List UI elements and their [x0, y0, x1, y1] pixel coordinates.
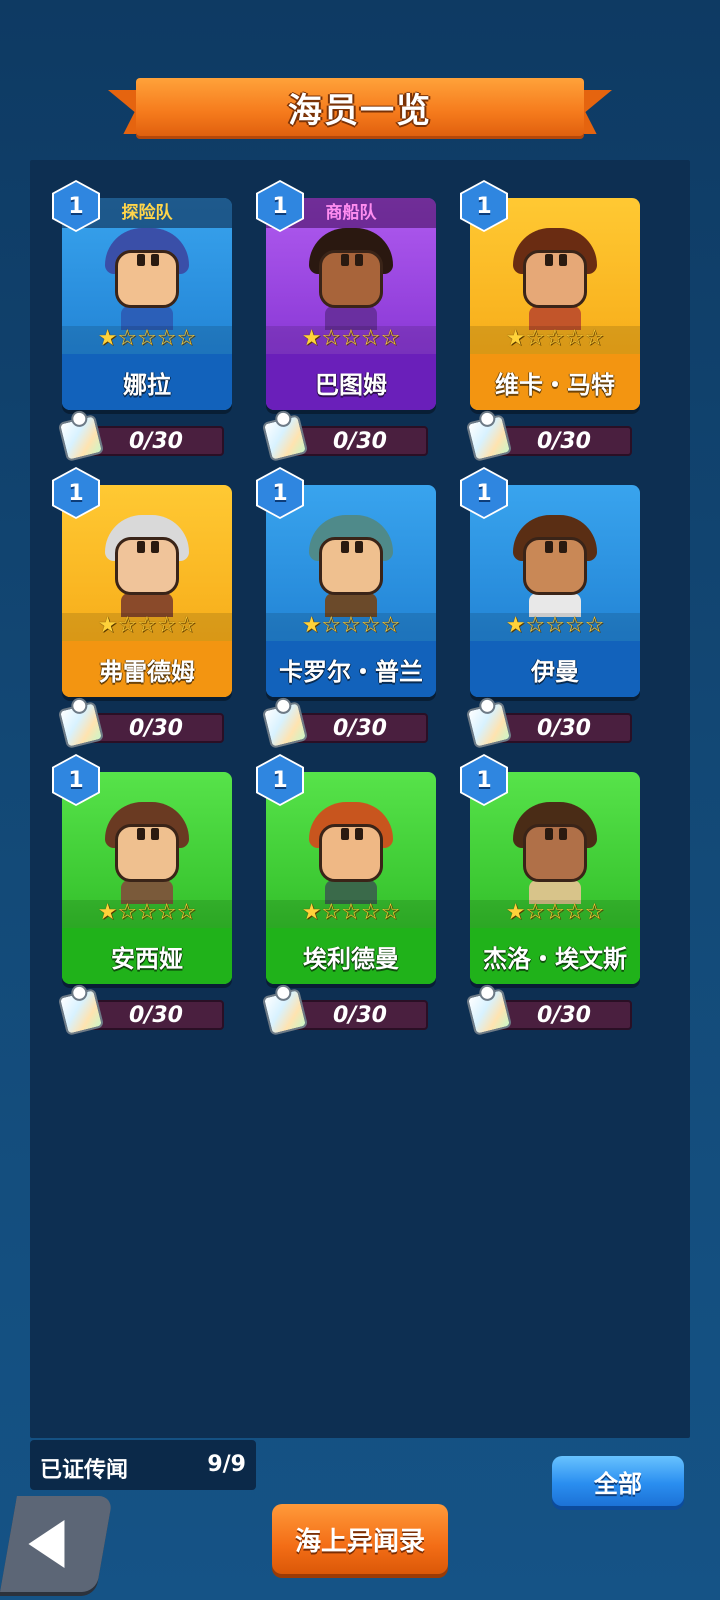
sailor-level: 1	[54, 756, 98, 804]
sailor-portrait	[97, 802, 197, 904]
sailor-card-frame: ★☆☆☆☆ 维卡・马特	[470, 198, 640, 410]
sailor-name: 安西娅	[62, 928, 232, 984]
star-rating: ★☆☆☆☆	[62, 613, 232, 641]
fragment-progress: 0/30	[292, 713, 428, 743]
sailor-level: 1	[462, 182, 506, 230]
sailor-card-frame: ★☆☆☆☆ 安西娅	[62, 772, 232, 984]
sailor-name: 卡罗尔・普兰	[266, 641, 436, 697]
star-rating: ★☆☆☆☆	[470, 900, 640, 928]
sailor-portrait	[301, 228, 401, 330]
fragment-progress: 0/30	[88, 426, 224, 456]
sailor-name: 娜拉	[62, 354, 232, 410]
filter-all-button[interactable]: 全部	[552, 1456, 684, 1506]
sailor-portrait	[505, 515, 605, 617]
sea-rumors-log-button[interactable]: 海上异闻录	[272, 1504, 448, 1574]
sailor-portrait	[301, 802, 401, 904]
sailor-card-frame: 探险队 ★☆☆☆☆ 娜拉	[62, 198, 232, 410]
fragment-progress: 0/30	[496, 1000, 632, 1030]
sailor-level: 1	[258, 469, 302, 517]
sailor-level: 1	[258, 182, 302, 230]
sailor-card-frame: ★☆☆☆☆ 伊曼	[470, 485, 640, 697]
fragment-progress: 0/30	[496, 713, 632, 743]
star-rating: ★☆☆☆☆	[62, 900, 232, 928]
verified-rumors-label: 已证传闻	[40, 1458, 129, 1483]
page-title: 海员一览	[288, 90, 432, 131]
sailor-name: 维卡・马特	[470, 354, 640, 410]
sailor-card[interactable]: 商船队 ★☆☆☆☆ 巴图姆 1 0/30	[256, 180, 436, 463]
sailor-card[interactable]: ★☆☆☆☆ 安西娅 1 0/30	[52, 754, 232, 1037]
sailor-level: 1	[258, 756, 302, 804]
fragment-progress: 0/30	[496, 426, 632, 456]
sailor-name: 巴图姆	[266, 354, 436, 410]
sea-rumors-log-label: 海上异闻录	[294, 1526, 425, 1557]
fragment-progress: 0/30	[88, 1000, 224, 1030]
fragment-progress: 0/30	[292, 426, 428, 456]
sailor-name: 弗雷德姆	[62, 641, 232, 697]
sailor-portrait	[97, 228, 197, 330]
sailor-card[interactable]: ★☆☆☆☆ 杰洛・埃文斯 1 0/30	[460, 754, 640, 1037]
sailor-portrait	[505, 802, 605, 904]
star-rating: ★☆☆☆☆	[470, 326, 640, 354]
verified-rumors-count: 9/9	[207, 1452, 246, 1477]
back-button[interactable]	[0, 1496, 113, 1592]
filter-all-label: 全部	[594, 1469, 642, 1498]
sailor-card[interactable]: 探险队 ★☆☆☆☆ 娜拉 1 0/30	[52, 180, 232, 463]
banner-plate: 海员一览	[136, 78, 584, 136]
sailor-card-frame: ★☆☆☆☆ 弗雷德姆	[62, 485, 232, 697]
star-rating: ★☆☆☆☆	[266, 613, 436, 641]
sailor-name: 埃利德曼	[266, 928, 436, 984]
sailor-level: 1	[462, 469, 506, 517]
sailor-card-frame: 商船队 ★☆☆☆☆ 巴图姆	[266, 198, 436, 410]
sailor-name: 伊曼	[470, 641, 640, 697]
sailor-card-frame: ★☆☆☆☆ 卡罗尔・普兰	[266, 485, 436, 697]
sailor-card[interactable]: ★☆☆☆☆ 维卡・马特 1 0/30	[460, 180, 640, 463]
star-rating: ★☆☆☆☆	[62, 326, 232, 354]
fragment-progress: 0/30	[292, 1000, 428, 1030]
sailor-portrait	[97, 515, 197, 617]
sailor-card[interactable]: ★☆☆☆☆ 弗雷德姆 1 0/30	[52, 467, 232, 750]
star-rating: ★☆☆☆☆	[266, 900, 436, 928]
fragment-progress: 0/30	[88, 713, 224, 743]
sailor-card-frame: ★☆☆☆☆ 埃利德曼	[266, 772, 436, 984]
sailor-card[interactable]: ★☆☆☆☆ 埃利德曼 1 0/30	[256, 754, 436, 1037]
sailor-level: 1	[462, 756, 506, 804]
sailor-card[interactable]: ★☆☆☆☆ 卡罗尔・普兰 1 0/30	[256, 467, 436, 750]
back-arrow-icon	[28, 1520, 65, 1568]
sailor-level: 1	[54, 469, 98, 517]
star-rating: ★☆☆☆☆	[266, 326, 436, 354]
verified-rumors-box: 已证传闻 9/9	[30, 1440, 256, 1490]
sailor-portrait	[301, 515, 401, 617]
sailor-card-frame: ★☆☆☆☆ 杰洛・埃文斯	[470, 772, 640, 984]
sailor-level: 1	[54, 182, 98, 230]
sailor-name: 杰洛・埃文斯	[470, 928, 640, 984]
title-banner: 海员一览	[108, 76, 612, 142]
sailor-card[interactable]: ★☆☆☆☆ 伊曼 1 0/30	[460, 467, 640, 750]
star-rating: ★☆☆☆☆	[470, 613, 640, 641]
sailor-portrait	[505, 228, 605, 330]
